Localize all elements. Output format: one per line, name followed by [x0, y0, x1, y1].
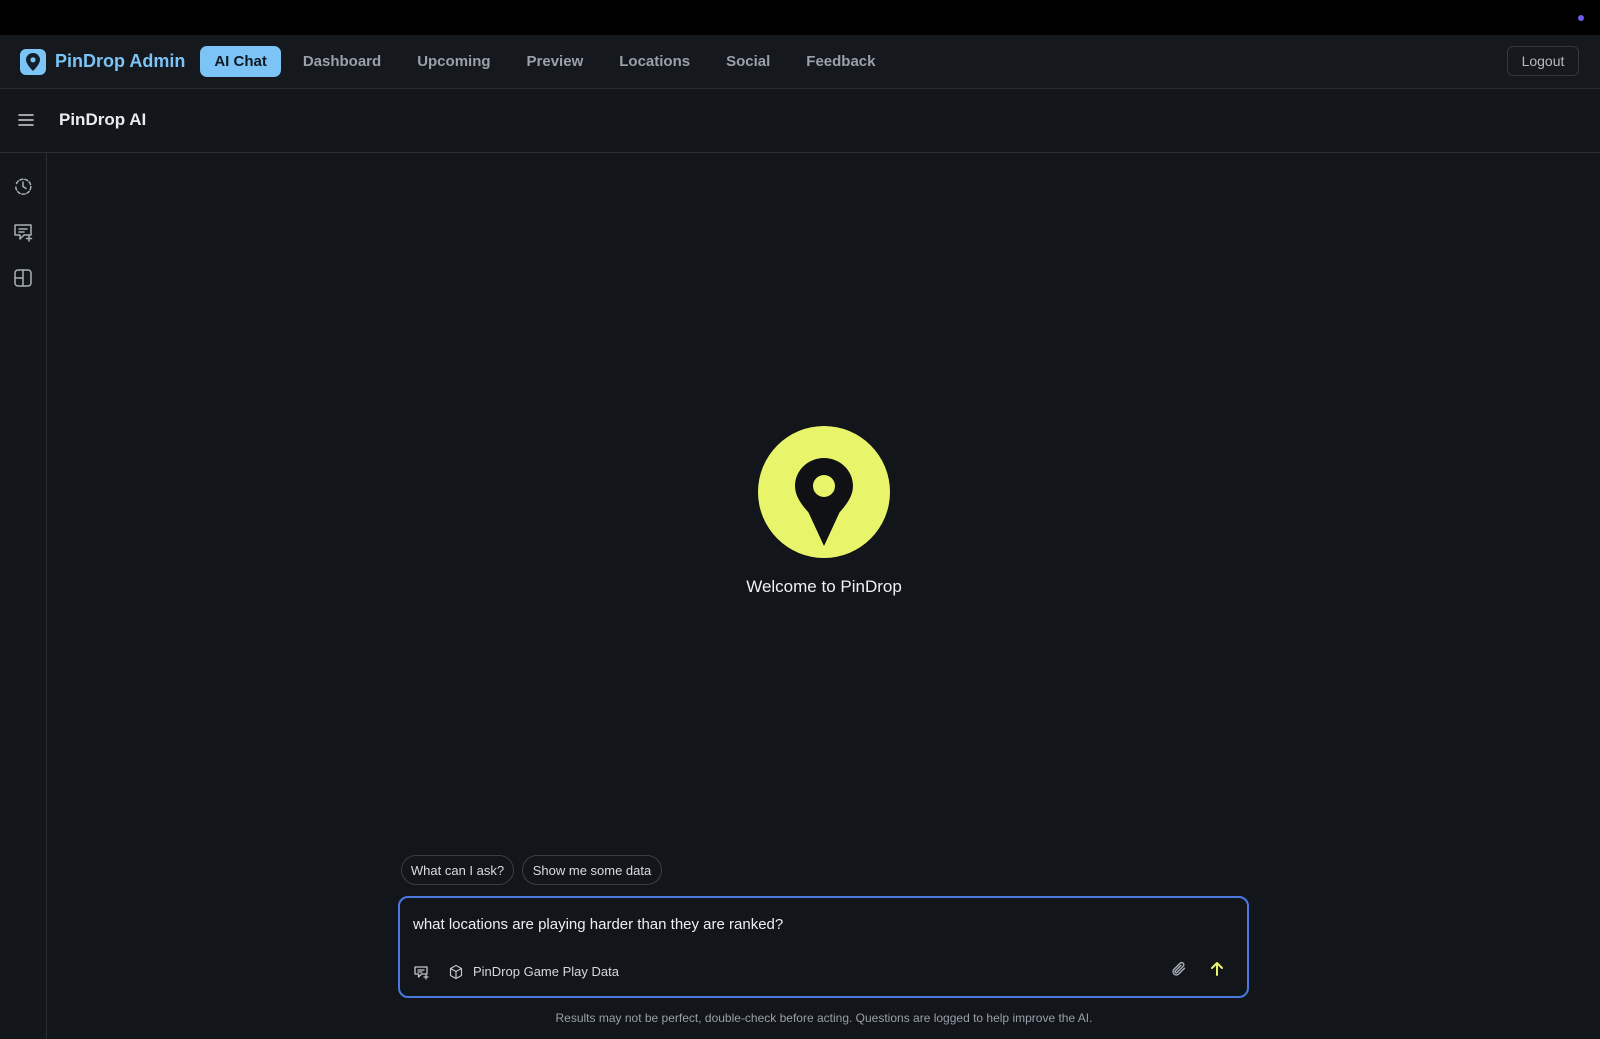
welcome-text: Welcome to PinDrop [746, 577, 902, 596]
data-source-label[interactable]: PinDrop Game Play Data [473, 964, 619, 979]
welcome-logo [758, 426, 890, 558]
top-navbar: PinDrop Admin AI Chat Dashboard Upcoming… [0, 35, 1600, 89]
nav-feedback[interactable]: Feedback [792, 46, 889, 77]
nav-locations[interactable]: Locations [605, 46, 704, 77]
paperclip-icon[interactable] [1170, 960, 1188, 978]
suggestion-show-data[interactable]: Show me some data [522, 855, 662, 885]
brand[interactable]: PinDrop Admin [20, 48, 186, 75]
nav-upcoming[interactable]: Upcoming [403, 46, 504, 77]
brand-name: PinDrop Admin [55, 51, 186, 71]
new-chat-icon[interactable] [413, 964, 429, 980]
history-icon[interactable] [12, 175, 34, 197]
layout-icon[interactable] [12, 267, 34, 289]
suggestion-what-can-i-ask[interactable]: What can I ask? [401, 855, 514, 885]
cube-icon[interactable] [448, 964, 464, 980]
new-chat-icon[interactable] [12, 221, 34, 243]
window-top-strip [0, 0, 1600, 35]
send-arrow-icon[interactable] [1208, 960, 1226, 978]
nav-social[interactable]: Social [712, 46, 784, 77]
status-dot [1578, 15, 1584, 21]
map-pin-icon [795, 458, 853, 546]
nav-links: AI Chat Dashboard Upcoming Preview Locat… [200, 46, 897, 77]
chat-input[interactable] [413, 912, 1213, 936]
disclaimer-text: Results may not be perfect, double-check… [555, 1011, 1093, 1025]
nav-dashboard[interactable]: Dashboard [289, 46, 395, 77]
chat-header: PinDrop AI [0, 89, 1600, 153]
logout-button[interactable]: Logout [1507, 46, 1579, 76]
map-pin-icon [20, 48, 46, 75]
chat-composer: PinDrop Game Play Data [398, 896, 1249, 998]
hamburger-menu-icon[interactable] [17, 112, 35, 128]
nav-ai-chat[interactable]: AI Chat [200, 46, 281, 77]
nav-preview[interactable]: Preview [513, 46, 598, 77]
page-title: PinDrop AI [59, 110, 147, 129]
